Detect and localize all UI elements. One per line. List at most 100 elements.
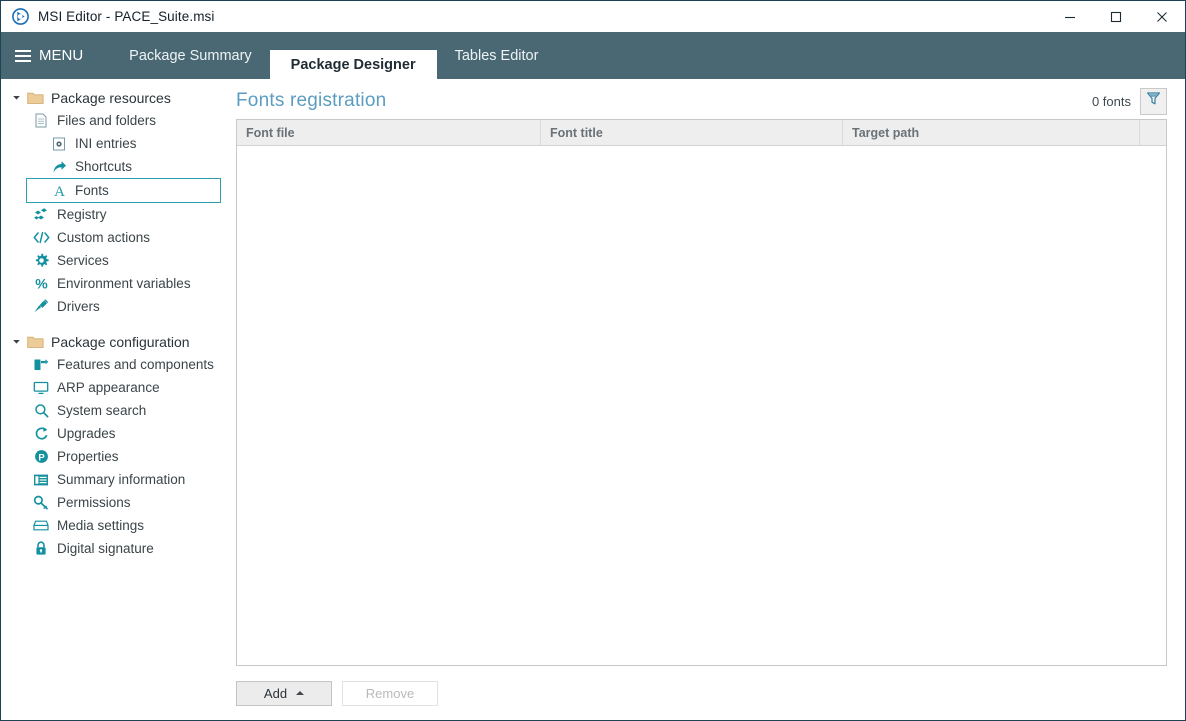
close-button[interactable] xyxy=(1139,1,1185,32)
window-title: MSI Editor - PACE_Suite.msi xyxy=(38,9,215,24)
top-navigation-bar: MENU Package Summary Package Designer Ta… xyxy=(1,32,1185,79)
sidebar-item-ini-entries[interactable]: INI entries xyxy=(1,132,232,155)
key-icon xyxy=(31,495,51,510)
svg-text:A: A xyxy=(54,184,65,198)
sidebar-item-label: Registry xyxy=(57,206,107,222)
disk-drive-icon xyxy=(31,519,51,532)
sidebar-item-label: Permissions xyxy=(57,494,131,510)
column-header-spacer xyxy=(1140,120,1166,145)
sidebar-item-label: Features and components xyxy=(57,356,214,372)
sidebar-item-arp-appearance[interactable]: ARP appearance xyxy=(1,376,232,399)
percent-icon: % xyxy=(31,276,51,291)
table-body-empty[interactable] xyxy=(237,146,1166,665)
sidebar-item-label: Properties xyxy=(57,448,119,464)
remove-button-label: Remove xyxy=(365,685,415,701)
tab-label: Package Summary xyxy=(129,47,252,64)
tab-package-summary[interactable]: Package Summary xyxy=(111,32,270,79)
sidebar-item-label: Media settings xyxy=(57,517,145,533)
refresh-icon xyxy=(31,426,51,441)
lock-icon xyxy=(31,541,51,556)
monitor-icon xyxy=(31,381,51,395)
sidebar-item-label: Summary information xyxy=(57,471,186,487)
sidebar-item-media-settings[interactable]: Media settings xyxy=(1,514,232,537)
title-bar-left: MSI Editor - PACE_Suite.msi xyxy=(1,8,215,25)
sidebar-group-label: Package resources xyxy=(51,89,171,106)
title-bar: MSI Editor - PACE_Suite.msi xyxy=(1,1,1185,32)
tab-label: Tables Editor xyxy=(454,47,539,64)
tab-tables-editor[interactable]: Tables Editor xyxy=(437,32,557,79)
plug-icon xyxy=(31,299,51,314)
add-button[interactable]: Add xyxy=(236,680,332,706)
main-body: Package resources Files and folders INI … xyxy=(1,79,1185,720)
window-controls xyxy=(1047,1,1185,32)
add-button-label: Add xyxy=(263,685,288,701)
sidebar-item-label: Files and folders xyxy=(57,112,157,128)
features-icon xyxy=(31,358,51,372)
gear-icon xyxy=(31,253,51,268)
sidebar-navigation-tree[interactable]: Package resources Files and folders INI … xyxy=(1,79,232,720)
sidebar-item-environment-variables[interactable]: % Environment variables xyxy=(1,272,232,295)
sidebar-item-label: Digital signature xyxy=(57,540,154,556)
sidebar-group-package-resources[interactable]: Package resources xyxy=(1,86,232,109)
table-header-row: Font file Font title Target path xyxy=(237,120,1166,146)
sidebar-item-label: Custom actions xyxy=(57,229,151,245)
tab-package-designer[interactable]: Package Designer xyxy=(269,50,437,79)
content-header: Fonts registration 0 fonts xyxy=(236,79,1167,119)
sidebar-item-digital-signature[interactable]: Digital signature xyxy=(1,537,232,560)
chevron-down-icon[interactable] xyxy=(8,337,25,346)
chevron-down-icon[interactable] xyxy=(8,93,25,102)
font-letter-a-icon: A xyxy=(49,183,69,198)
column-header-font-file[interactable]: Font file xyxy=(237,120,541,145)
content-panel: Fonts registration 0 fonts Font file Fon… xyxy=(232,79,1185,720)
menu-button-label: MENU xyxy=(39,47,84,64)
sidebar-item-label: System search xyxy=(57,402,147,418)
filter-button[interactable] xyxy=(1140,87,1167,115)
column-header-font-title[interactable]: Font title xyxy=(541,120,843,145)
sidebar-item-services[interactable]: Services xyxy=(1,249,232,272)
sidebar-item-summary-information[interactable]: Summary information xyxy=(1,468,232,491)
caret-up-icon xyxy=(296,691,305,695)
maximize-button[interactable] xyxy=(1093,1,1139,32)
sidebar-item-label: Environment variables xyxy=(57,275,191,291)
menu-button[interactable]: MENU xyxy=(1,32,99,79)
letter-p-circle-icon: P xyxy=(31,449,51,464)
sidebar-item-label: Services xyxy=(57,252,109,268)
sidebar-item-features-and-components[interactable]: Features and components xyxy=(1,353,232,376)
remove-button[interactable]: Remove xyxy=(342,680,438,706)
folder-open-icon xyxy=(25,91,45,105)
svg-text:P: P xyxy=(38,453,45,464)
sidebar-item-shortcuts[interactable]: Shortcuts xyxy=(1,155,232,178)
sidebar-item-label: Shortcuts xyxy=(75,158,133,174)
funnel-filter-icon xyxy=(1146,91,1161,111)
shortcut-arrow-icon xyxy=(49,160,69,174)
sidebar-item-files-and-folders[interactable]: Files and folders xyxy=(1,109,232,132)
sidebar-item-permissions[interactable]: Permissions xyxy=(1,491,232,514)
pace-suite-logo-icon xyxy=(12,8,29,25)
sidebar-item-fonts[interactable]: A Fonts xyxy=(26,178,221,203)
ini-file-icon xyxy=(49,137,69,151)
column-header-target-path[interactable]: Target path xyxy=(843,120,1140,145)
sidebar-item-label: INI entries xyxy=(75,135,137,151)
minimize-button[interactable] xyxy=(1047,1,1093,32)
application-window: MSI Editor - PACE_Suite.msi MENU Package… xyxy=(0,0,1186,721)
svg-text:%: % xyxy=(35,276,48,291)
sidebar-item-system-search[interactable]: System search xyxy=(1,399,232,422)
code-brackets-icon xyxy=(31,231,51,244)
search-icon xyxy=(31,403,51,418)
list-panel-icon xyxy=(31,473,51,487)
sidebar-item-label: Fonts xyxy=(75,182,109,198)
sidebar-item-label: Drivers xyxy=(57,298,100,314)
table-action-bar: Add Remove xyxy=(236,666,1167,720)
sidebar-item-registry[interactable]: Registry xyxy=(1,203,232,226)
registry-blocks-icon xyxy=(31,207,51,222)
fonts-table[interactable]: Font file Font title Target path xyxy=(236,119,1167,666)
sidebar-group-label: Package configuration xyxy=(51,333,190,350)
folder-open-icon xyxy=(25,335,45,349)
sidebar-item-custom-actions[interactable]: Custom actions xyxy=(1,226,232,249)
sidebar-group-package-configuration[interactable]: Package configuration xyxy=(1,330,232,353)
sidebar-item-label: ARP appearance xyxy=(57,379,160,395)
sidebar-item-properties[interactable]: P Properties xyxy=(1,445,232,468)
sidebar-item-drivers[interactable]: Drivers xyxy=(1,295,232,318)
document-icon xyxy=(31,113,51,128)
sidebar-item-upgrades[interactable]: Upgrades xyxy=(1,422,232,445)
